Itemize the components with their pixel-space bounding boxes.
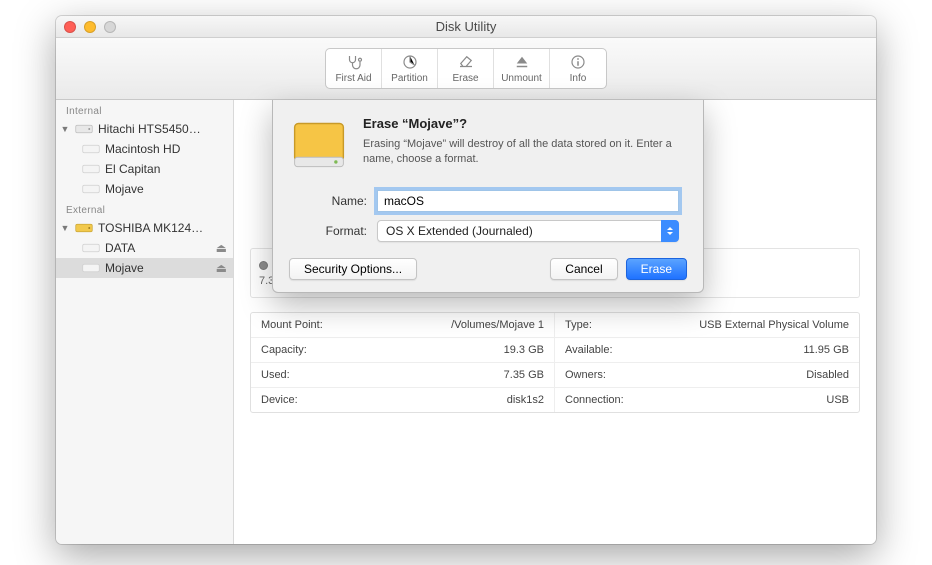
name-field-label: Name: (297, 194, 367, 208)
dot-icon (259, 261, 268, 270)
sheet-description: Erasing “Mojave” will destroy of all the… (363, 137, 687, 167)
eject-icon (512, 53, 532, 71)
volume-icon (82, 261, 100, 275)
sidebar-volume-label: Mojave (105, 182, 227, 196)
table-row: Capacity:19.3 GB (251, 338, 555, 363)
toolbar-erase-button[interactable]: Erase (438, 49, 494, 88)
erase-button[interactable]: Erase (626, 258, 687, 280)
toolbar-partition-label: Partition (391, 73, 428, 84)
erase-icon (456, 53, 476, 71)
disk-utility-window: Disk Utility First Aid Partition Erase U… (56, 16, 876, 544)
table-row: Type:USB External Physical Volume (555, 313, 859, 338)
table-row: Owners:Disabled (555, 363, 859, 388)
hdd-icon (75, 122, 93, 136)
security-options-button[interactable]: Security Options... (289, 258, 417, 280)
sidebar: Internal ▼ Hitachi HTS5450… Macintosh HD… (56, 100, 234, 544)
volume-icon (82, 182, 100, 196)
sidebar-volume-label: El Capitan (105, 162, 227, 176)
info-icon (568, 53, 588, 71)
table-row: Used:7.35 GB (251, 363, 555, 388)
erase-sheet-dialog: Erase “Mojave”? Erasing “Mojave” will de… (272, 100, 704, 293)
disclosure-triangle-icon[interactable]: ▼ (60, 223, 70, 233)
table-row: Available:11.95 GB (555, 338, 859, 363)
details-table: Mount Point:/Volumes/Mojave 1 Type:USB E… (250, 312, 860, 413)
sidebar-volume-label: DATA (105, 241, 211, 255)
window-title: Disk Utility (56, 19, 876, 34)
sidebar-drive-label: TOSHIBA MK124… (98, 221, 227, 235)
toolbar-unmount-label: Unmount (501, 73, 542, 84)
eject-icon[interactable]: ⏏ (216, 261, 227, 275)
toolbar-partition-button[interactable]: Partition (382, 49, 438, 88)
sidebar-header-external: External (56, 199, 233, 218)
external-drive-icon (289, 116, 349, 176)
sidebar-header-internal: Internal (56, 100, 233, 119)
cancel-button[interactable]: Cancel (550, 258, 617, 280)
sidebar-volume-label: Mojave (105, 261, 211, 275)
chevron-updown-icon (661, 220, 679, 242)
toolbar-unmount-button[interactable]: Unmount (494, 49, 550, 88)
external-hdd-icon (75, 221, 93, 235)
toolbar-segment: First Aid Partition Erase Unmount Info (325, 48, 607, 89)
sidebar-volume-data[interactable]: DATA ⏏ (56, 238, 233, 258)
sidebar-external-drive[interactable]: ▼ TOSHIBA MK124… (56, 218, 233, 238)
toolbar-erase-label: Erase (452, 73, 478, 84)
table-row: Mount Point:/Volumes/Mojave 1 (251, 313, 555, 338)
volume-icon (82, 241, 100, 255)
sidebar-volume-macintosh-hd[interactable]: Macintosh HD (56, 139, 233, 159)
toolbar-firstaid-label: First Aid (335, 73, 371, 84)
format-select[interactable]: OS X Extended (Journaled) (377, 220, 679, 242)
sheet-title: Erase “Mojave”? (363, 116, 687, 131)
table-row: Device:disk1s2 (251, 388, 555, 412)
piechart-icon (400, 53, 420, 71)
sidebar-drive-label: Hitachi HTS5450… (98, 122, 227, 136)
format-field-label: Format: (297, 224, 367, 238)
stethoscope-icon (344, 53, 364, 71)
sidebar-volume-el-capitan[interactable]: El Capitan (56, 159, 233, 179)
table-row: Connection:USB (555, 388, 859, 412)
eject-icon[interactable]: ⏏ (216, 241, 227, 255)
volume-icon (82, 162, 100, 176)
format-select-value: OS X Extended (Journaled) (377, 220, 679, 242)
titlebar[interactable]: Disk Utility (56, 16, 876, 38)
disclosure-triangle-icon[interactable]: ▼ (60, 124, 70, 134)
name-input[interactable] (377, 190, 679, 212)
toolbar: First Aid Partition Erase Unmount Info (56, 38, 876, 100)
sidebar-volume-mojave-internal[interactable]: Mojave (56, 179, 233, 199)
sidebar-volume-label: Macintosh HD (105, 142, 227, 156)
sidebar-internal-drive[interactable]: ▼ Hitachi HTS5450… (56, 119, 233, 139)
toolbar-info-label: Info (570, 73, 587, 84)
toolbar-info-button[interactable]: Info (550, 49, 606, 88)
volume-icon (82, 142, 100, 156)
sidebar-volume-mojave-external[interactable]: Mojave ⏏ (56, 258, 233, 278)
toolbar-firstaid-button[interactable]: First Aid (326, 49, 382, 88)
